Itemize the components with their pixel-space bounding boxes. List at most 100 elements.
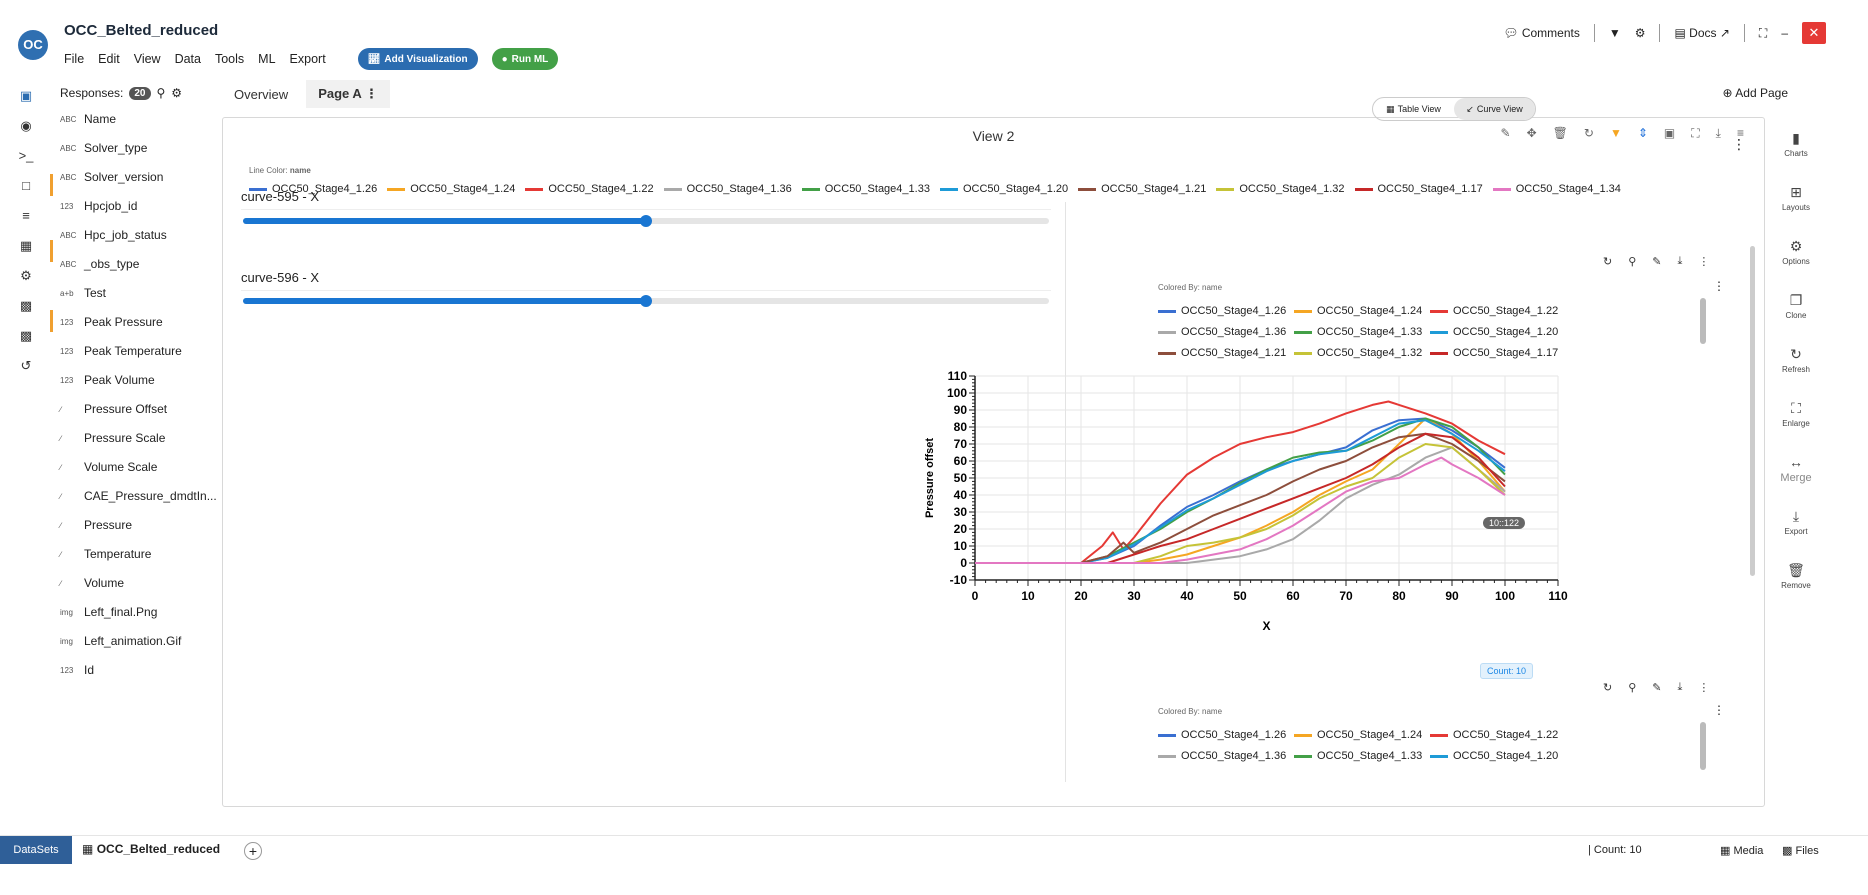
globe-icon[interactable]: ◉ <box>16 118 36 138</box>
panel-scrollbar[interactable] <box>1750 246 1755 576</box>
fullscreen-icon[interactable]: ⛶ <box>1759 26 1767 41</box>
expand-icon[interactable]: ⛶ <box>1691 126 1699 141</box>
legend-item[interactable]: OCC50_Stage4_1.24 <box>1294 729 1430 741</box>
more-vertical-icon[interactable]: ⋮ <box>1732 136 1746 153</box>
media-button[interactable]: ▦ Media <box>1720 844 1763 857</box>
right-rail-remove[interactable]: 🗑︎ Remove <box>1768 562 1824 590</box>
legend-item[interactable]: OCC50_Stage4_1.22 <box>525 183 654 195</box>
history-icon[interactable]: ↺ <box>16 358 36 378</box>
edit-icon[interactable]: ✎ <box>1501 126 1511 141</box>
legend-item[interactable]: OCC50_Stage4_1.36 <box>1158 750 1294 762</box>
legend-item[interactable]: OCC50_Stage4_1.26 <box>1158 729 1294 741</box>
right-rail-clone[interactable]: ❐ Clone <box>1768 292 1824 320</box>
more-vertical-icon[interactable]: ⋮ <box>365 86 378 101</box>
sliders-icon[interactable]: ≡ <box>16 208 36 228</box>
field-item[interactable]: 123 Id <box>60 659 94 681</box>
curve-view-button[interactable]: ↙ Curve View <box>1454 98 1535 120</box>
right-rail-charts[interactable]: ▮ Charts <box>1768 130 1824 158</box>
field-item[interactable]: 123 Peak Volume <box>60 369 155 391</box>
menu-data[interactable]: Data <box>175 52 201 66</box>
right-rail-options[interactable]: ⚙ Options <box>1768 238 1824 266</box>
field-item[interactable]: ABC Solver_version <box>60 166 163 188</box>
app-logo[interactable]: OC <box>18 30 48 60</box>
legend-item[interactable]: OCC50_Stage4_1.22 <box>1430 729 1566 741</box>
square-icon[interactable]: □ <box>16 178 36 198</box>
image-icon[interactable]: ▦ <box>16 238 36 258</box>
field-item[interactable]: 123 Peak Pressure <box>60 311 163 333</box>
download-icon[interactable]: ⤓ <box>1678 681 1683 694</box>
field-item[interactable]: ABC Name <box>60 108 116 130</box>
legend-item[interactable]: OCC50_Stage4_1.33 <box>801 183 930 195</box>
docs-link[interactable]: ▤ Docs ↗ <box>1674 26 1729 40</box>
field-item[interactable]: ∕ Volume Scale <box>60 456 157 478</box>
legend-item[interactable]: OCC50_Stage4_1.33 <box>1294 750 1430 762</box>
slider-thumb[interactable] <box>640 215 652 227</box>
filter-icon[interactable]: ▼ <box>1609 26 1621 40</box>
legend-item[interactable]: OCC50_Stage4_1.20 <box>939 183 1068 195</box>
settings-icon[interactable]: ⚙ <box>1635 26 1646 40</box>
field-item[interactable]: img Left_final.Png <box>60 601 157 623</box>
filter-icon[interactable]: ▼ <box>1610 126 1622 141</box>
sort-icon[interactable]: ⇕ <box>1638 126 1648 141</box>
refresh-icon[interactable]: ↻ <box>1584 126 1594 141</box>
files-button[interactable]: ▩ Files <box>1782 844 1819 857</box>
field-item[interactable]: ABC Solver_type <box>60 137 147 159</box>
menu-edit[interactable]: Edit <box>98 52 120 66</box>
menu-ml[interactable]: ML <box>258 52 275 66</box>
trash-icon[interactable]: 🗑︎ <box>1553 126 1568 141</box>
field-item[interactable]: ABC _obs_type <box>60 253 139 275</box>
minimize-icon[interactable]: – <box>1781 26 1788 40</box>
field-item[interactable]: 123 Hpcjob_id <box>60 195 137 217</box>
gear-icon[interactable]: ⚙ <box>16 268 36 288</box>
field-item[interactable]: ABC Hpc_job_status <box>60 224 167 246</box>
close-window-button[interactable]: ✕ <box>1802 22 1826 44</box>
legend-scrollbar[interactable] <box>1700 722 1706 770</box>
file-alt-icon[interactable]: ▩ <box>16 328 36 348</box>
monitor-icon[interactable]: ▣ <box>16 88 36 108</box>
run-ml-button[interactable]: ● Run ML <box>491 48 559 70</box>
add-page-button[interactable]: ⊕ Add Page <box>1723 86 1788 100</box>
terminal-icon[interactable]: >_ <box>16 148 36 168</box>
legend-item[interactable]: OCC50_Stage4_1.32 <box>1216 183 1345 195</box>
legend-item[interactable]: OCC50_Stage4_1.36 <box>663 183 792 195</box>
tab-page-a[interactable]: Page A ⋮ <box>306 80 390 108</box>
legend-item[interactable]: OCC50_Stage4_1.24 <box>387 183 515 195</box>
menu-export[interactable]: Export <box>290 52 326 66</box>
field-item[interactable]: ∕ Pressure Scale <box>60 427 165 449</box>
right-rail-refresh[interactable]: ↻ Refresh <box>1768 346 1824 374</box>
refresh-icon[interactable]: ↻ <box>1603 681 1612 694</box>
legend-item[interactable]: OCC50_Stage4_1.20 <box>1430 750 1566 762</box>
table-view-button[interactable]: ▦ Table View <box>1373 98 1454 120</box>
more-vertical-icon[interactable]: ⋮ <box>1713 703 1725 717</box>
legend-item[interactable]: OCC50_Stage4_1.21 <box>1078 183 1206 195</box>
comments-button[interactable]: 💬︎ Comments <box>1503 26 1580 40</box>
field-item[interactable]: ∕ Volume <box>60 572 124 594</box>
field-item[interactable]: a+b Test <box>60 282 106 304</box>
right-rail-layouts[interactable]: ⊞ Layouts <box>1768 184 1824 212</box>
search-icon[interactable]: ⚲ <box>157 86 166 100</box>
gear-icon[interactable]: ⚙ <box>171 86 182 100</box>
file-icon[interactable]: ▩ <box>16 298 36 318</box>
field-item[interactable]: ∕ CAE_Pressure_dmdtIn... <box>60 485 217 507</box>
save-icon[interactable]: ▣ <box>1664 126 1675 141</box>
download-icon[interactable]: ⤓ <box>1716 126 1721 141</box>
field-item[interactable]: img Left_animation.Gif <box>60 630 181 652</box>
move-icon[interactable]: ✥ <box>1527 126 1537 141</box>
menu-file[interactable]: File <box>64 52 84 66</box>
zoom-icon[interactable]: ⚲ <box>1628 681 1636 694</box>
menu-tools[interactable]: Tools <box>215 52 244 66</box>
right-rail-merge[interactable]: ↔ Merge <box>1768 454 1824 484</box>
pen-icon[interactable]: ✎ <box>1652 681 1661 694</box>
field-item[interactable]: ∕ Pressure Offset <box>60 398 167 420</box>
slider-thumb[interactable] <box>640 295 652 307</box>
legend-item[interactable]: OCC50_Stage4_1.17 <box>1354 183 1483 195</box>
add-visualization-button[interactable]: 📈︎ Add Visualization <box>357 48 478 70</box>
right-rail-export[interactable]: ⤓ Export <box>1768 508 1824 536</box>
tab-overview[interactable]: Overview <box>222 81 300 108</box>
dataset-tab[interactable]: ▦ OCC_Belted_reduced <box>82 842 220 856</box>
add-dataset-tab-button[interactable]: + <box>244 842 262 860</box>
field-item[interactable]: 123 Peak Temperature <box>60 340 182 362</box>
datasets-button[interactable]: DataSets <box>0 836 72 864</box>
legend-item[interactable]: OCC50_Stage4_1.34 <box>1492 183 1621 195</box>
slider-curve-595[interactable] <box>243 215 1049 227</box>
